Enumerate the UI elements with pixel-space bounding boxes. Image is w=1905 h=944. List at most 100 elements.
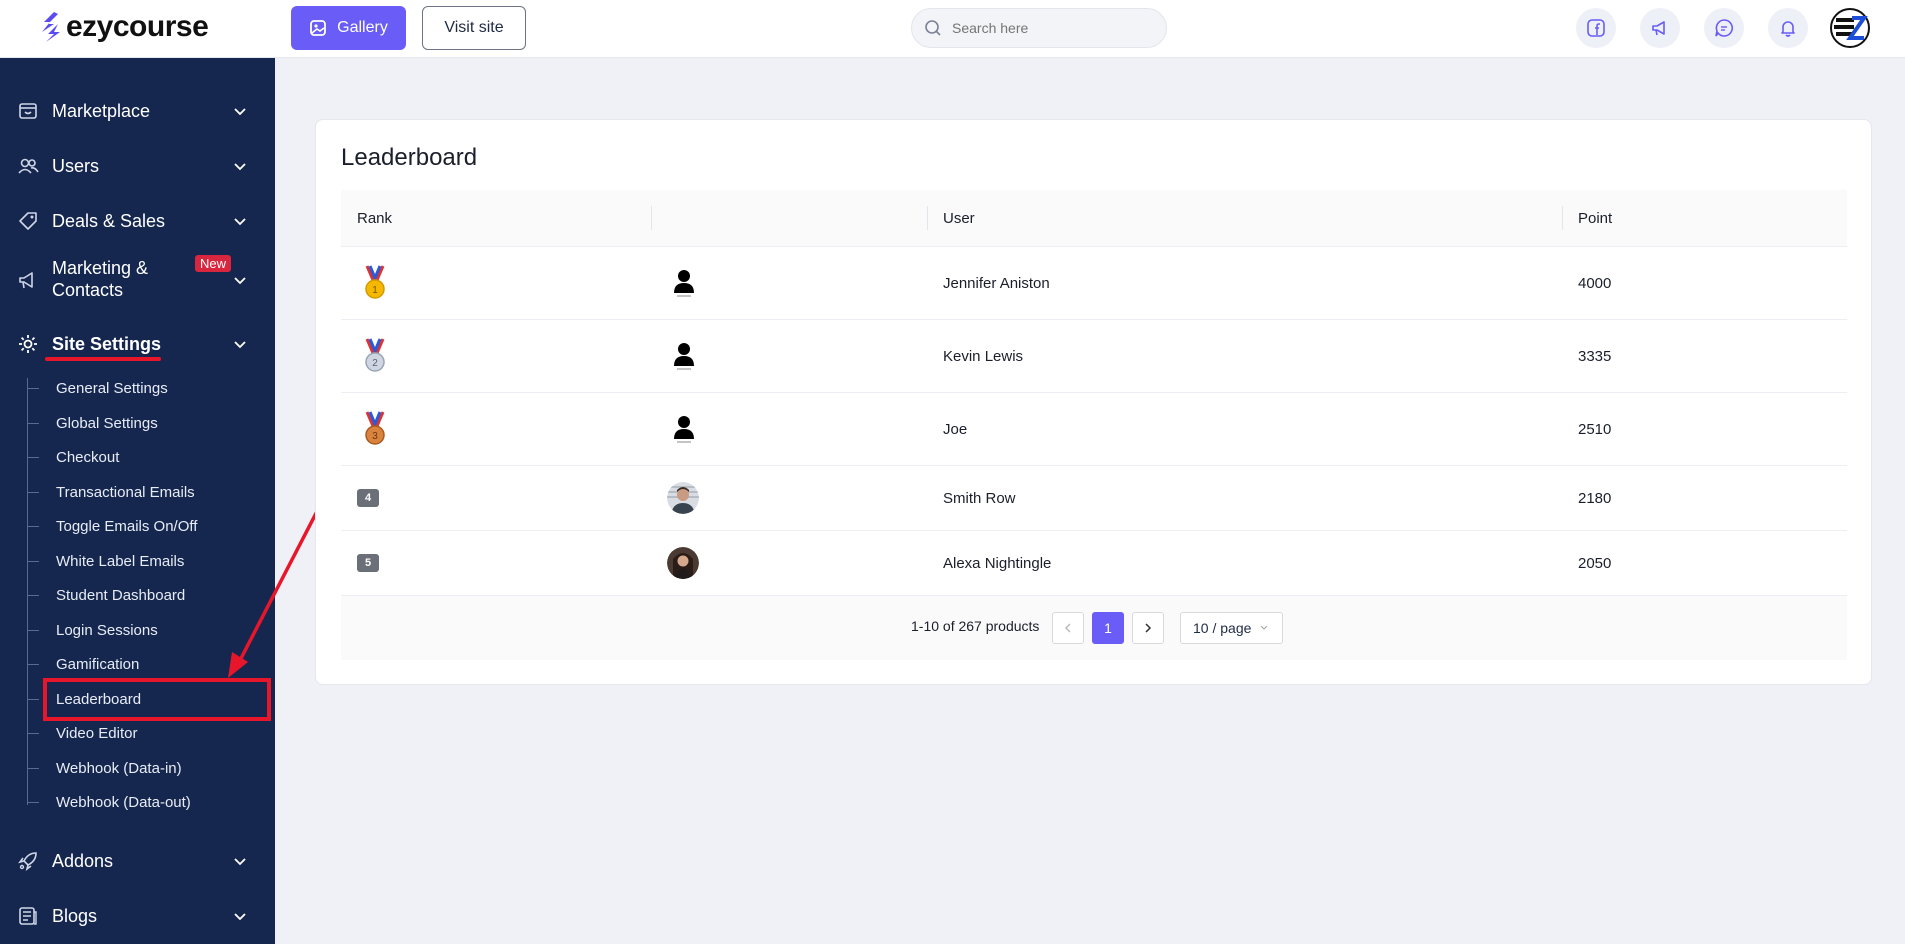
gallery-button[interactable]: Gallery xyxy=(291,6,406,50)
submenu-global-settings[interactable]: Global Settings xyxy=(27,413,158,433)
sidebar-item-deals-sales[interactable]: Deals & Sales xyxy=(0,204,275,238)
search-icon xyxy=(925,20,941,36)
submenu-label: Student Dashboard xyxy=(56,586,186,604)
store-icon xyxy=(16,99,40,123)
submenu-tick xyxy=(27,456,39,458)
submenu-webhook-data-out[interactable]: Webhook (Data-out) xyxy=(27,792,191,812)
facebook-button[interactable] xyxy=(1576,8,1616,48)
submenu-label: White Label Emails xyxy=(56,552,185,570)
facebook-icon xyxy=(1587,19,1605,37)
announcements-button[interactable] xyxy=(1640,8,1680,48)
submenu-white-label-emails[interactable]: White Label Emails xyxy=(27,551,184,571)
submenu-transactional-emails[interactable]: Transactional Emails xyxy=(27,482,195,502)
point-value: 4000 xyxy=(1578,274,1612,292)
page-size-select[interactable]: 10 / page xyxy=(1180,612,1283,644)
submenu-general-settings[interactable]: General Settings xyxy=(27,378,168,398)
submenu-label: Webhook (Data-out) xyxy=(56,793,191,811)
submenu-label: General Settings xyxy=(56,379,168,397)
column-separator xyxy=(927,206,928,230)
chevron-down-icon xyxy=(234,108,246,116)
table-row[interactable]: 5 Alexa Nightingle 2050 xyxy=(341,531,1847,596)
rank-cell: 5 xyxy=(357,531,379,595)
pagination-bar: 1-10 of 267 products 1 10 / page xyxy=(341,596,1847,660)
submenu-login-sessions[interactable]: Login Sessions xyxy=(27,620,158,640)
gear-icon xyxy=(16,332,40,356)
search-input[interactable] xyxy=(952,20,1152,36)
rank-badge: 4 xyxy=(357,489,379,507)
submenu-tick xyxy=(27,629,39,631)
submenu-checkout[interactable]: Checkout xyxy=(27,447,119,467)
submenu-tick xyxy=(27,525,39,527)
chevron-down-icon xyxy=(234,858,246,866)
submenu-tick xyxy=(27,732,39,734)
chat-button[interactable] xyxy=(1704,8,1744,48)
brand-name: ezycourse xyxy=(66,10,209,43)
notifications-button[interactable] xyxy=(1768,8,1808,48)
submenu-tick xyxy=(27,560,39,562)
submenu-gamification[interactable]: Gamification xyxy=(27,654,139,674)
rank-cell: 1 xyxy=(363,247,387,319)
sidebar-item-addons[interactable]: Addons xyxy=(0,844,275,878)
sidebar-item-marketing-contacts[interactable]: Marketing & Contacts New xyxy=(0,255,275,305)
leaderboard-card: Leaderboard Rank User Point 1 Jennifer A… xyxy=(315,119,1872,685)
column-header-user: User xyxy=(943,210,975,227)
page-button-current[interactable]: 1 xyxy=(1092,612,1124,644)
tag-icon xyxy=(16,209,40,233)
avatar-cell xyxy=(667,531,699,595)
visit-site-button[interactable]: Visit site xyxy=(422,6,526,50)
submenu-tick xyxy=(27,767,39,769)
next-page-button[interactable] xyxy=(1132,612,1164,644)
rank-cell: 3 xyxy=(363,393,387,465)
silver-medal-icon: 2 xyxy=(365,338,385,372)
submenu-tick xyxy=(27,387,39,389)
user-name: Alexa Nightingle xyxy=(943,554,1052,572)
submenu-label: Webhook (Data-in) xyxy=(56,759,182,777)
megaphone-icon xyxy=(1652,21,1665,36)
submenu-webhook-data-in[interactable]: Webhook (Data-in) xyxy=(27,758,182,778)
sidebar-item-label: Blogs xyxy=(52,905,98,926)
submenu-label: Checkout xyxy=(56,448,120,466)
submenu-video-editor[interactable]: Video Editor xyxy=(27,723,137,743)
table-row[interactable]: 1 Jennifer Aniston 4000 xyxy=(341,247,1847,320)
submenu-label: Video Editor xyxy=(56,724,138,742)
user-photo-avatar xyxy=(667,547,699,579)
avatar-cell xyxy=(673,393,695,465)
logo[interactable]: ezycourse xyxy=(40,10,209,44)
column-separator xyxy=(651,206,652,230)
sidebar-item-site-settings[interactable]: Site Settings xyxy=(0,327,275,361)
annotation-highlight-box xyxy=(43,678,271,721)
table-row[interactable]: 4 Smith Row 2180 xyxy=(341,466,1847,531)
rank-cell: 4 xyxy=(357,466,379,530)
gallery-icon xyxy=(310,20,327,36)
user-avatar[interactable] xyxy=(1830,8,1870,48)
sidebar-item-label: Addons xyxy=(52,850,114,871)
search-box[interactable] xyxy=(911,8,1167,48)
avatar-cell xyxy=(673,247,695,319)
svg-text:2: 2 xyxy=(372,358,378,369)
table-row[interactable]: 2 Kevin Lewis 3335 xyxy=(341,320,1847,393)
user-name: Kevin Lewis xyxy=(943,347,1024,365)
bell-icon xyxy=(1781,21,1795,37)
submenu-toggle-emails[interactable]: Toggle Emails On/Off xyxy=(27,516,197,536)
new-badge: New xyxy=(195,255,232,272)
chevron-down-icon xyxy=(1260,625,1268,630)
prev-page-button[interactable] xyxy=(1052,612,1084,644)
sidebar-item-label-line2: Contacts xyxy=(52,280,124,300)
submenu-tick xyxy=(27,663,39,665)
submenu-tick xyxy=(27,422,39,424)
submenu-student-dashboard[interactable]: Student Dashboard xyxy=(27,585,185,605)
chevron-down-icon xyxy=(234,163,246,171)
table-row[interactable]: 3 Joe 2510 xyxy=(341,393,1847,466)
page-size-value: 10 / page xyxy=(1193,620,1252,636)
submenu-tick xyxy=(27,698,39,700)
point-value: 2180 xyxy=(1578,489,1612,507)
sidebar-item-blogs[interactable]: Blogs xyxy=(0,899,275,933)
submenu-tick xyxy=(27,594,39,596)
profile-logo-icon xyxy=(1830,8,1870,48)
chevron-down-icon xyxy=(234,277,246,285)
sidebar-item-label: Deals & Sales xyxy=(52,210,166,231)
sidebar-item-users[interactable]: Users xyxy=(0,149,275,183)
sidebar-item-marketplace[interactable]: Marketplace xyxy=(0,94,275,128)
sidebar-item-label: Marketplace xyxy=(52,100,151,121)
rocket-icon xyxy=(16,849,40,873)
